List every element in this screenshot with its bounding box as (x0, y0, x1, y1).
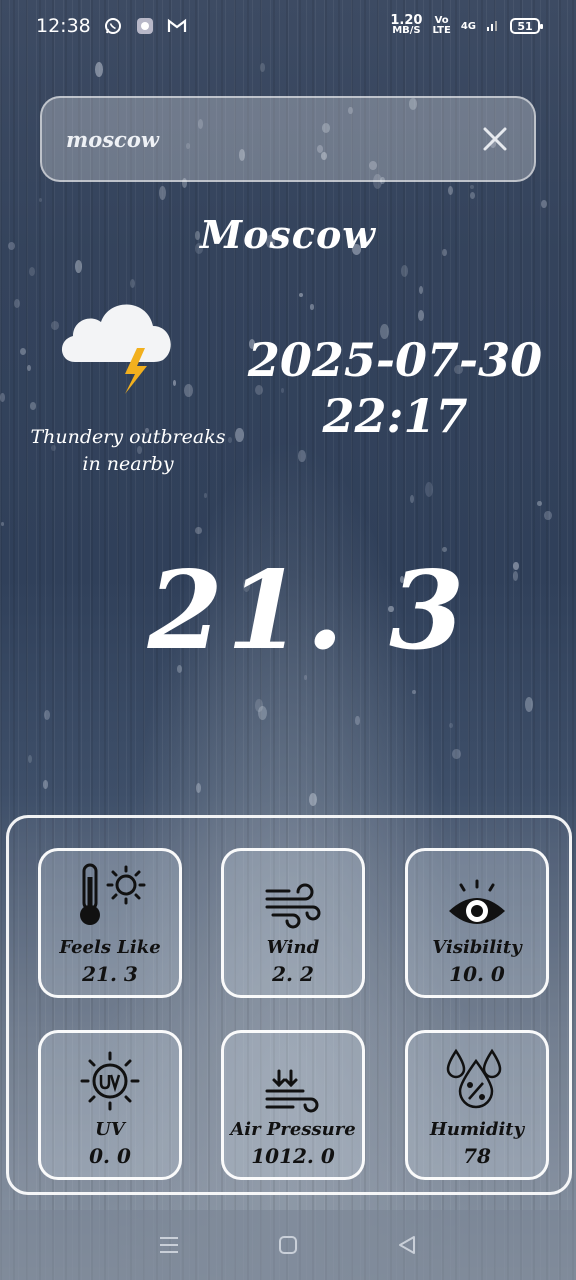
rain-drop (447, 185, 453, 196)
rain-drop (470, 184, 475, 190)
rain-drop (298, 450, 306, 463)
network-indicator: 4G (460, 20, 476, 32)
card-label: Humidity (429, 1119, 525, 1140)
rain-drop (19, 347, 26, 356)
rain-drop (418, 286, 424, 295)
gmail-icon (167, 16, 187, 36)
rain-drop (259, 62, 266, 73)
status-bar: 12:38 1.20 MB/S Vo LTE 4G 51 (0, 0, 576, 52)
rain-drop (0, 521, 5, 527)
thermometer-sun-icon (70, 857, 150, 931)
rain-drop (425, 481, 434, 498)
uv-card: UV 0. 0 (38, 1030, 182, 1180)
card-label: Visibility (432, 937, 522, 958)
wind-icon (263, 857, 323, 931)
card-label: UV (95, 1119, 125, 1140)
rain-drop (452, 748, 461, 760)
eye-icon (445, 857, 509, 931)
air-pressure-card: Air Pressure 1012. 0 (221, 1030, 365, 1180)
rain-drop (524, 696, 534, 713)
card-value: 0. 0 (89, 1144, 131, 1168)
rain-drop (355, 716, 360, 725)
menu-icon[interactable] (155, 1231, 183, 1259)
feels-like-card: Feels Like 21. 3 (38, 848, 182, 998)
rain-drop (308, 792, 317, 807)
rain-drop (74, 260, 83, 274)
rain-drop (28, 754, 33, 763)
temperature-display: 21. 3 (147, 548, 469, 674)
thunder-cloud-icon (55, 292, 177, 402)
details-panel: Feels Like 21. 3 Wind 2. 2 Visibility 10… (6, 815, 572, 1195)
net-speed: 1.20 MB/S (390, 13, 423, 36)
rain-drop (304, 674, 308, 681)
status-time: 12:38 (36, 15, 91, 37)
city-name: Moscow (200, 212, 376, 257)
battery-icon: 51 (510, 18, 543, 34)
rain-drop (448, 723, 453, 728)
condition-description: Thundery outbreaks in nearby (30, 426, 226, 475)
rain-drop (13, 299, 20, 309)
card-value: 21. 3 (82, 962, 138, 986)
rain-drop (469, 192, 476, 200)
card-value: 78 (463, 1144, 491, 1168)
rain-drop (158, 186, 166, 201)
search-input[interactable] (66, 126, 480, 152)
wind-card: Wind 2. 2 (221, 848, 365, 998)
humidity-card: Humidity 78 (405, 1030, 549, 1180)
time-display: 22:17 (322, 389, 468, 443)
rain-drop (130, 279, 136, 289)
card-value: 2. 2 (272, 962, 314, 986)
signal-icon (486, 18, 500, 35)
card-label: Wind (266, 937, 320, 958)
uv-icon (78, 1039, 142, 1113)
rain-drop (540, 199, 547, 208)
rain-drop (183, 384, 193, 398)
rain-drop (29, 266, 36, 276)
rain-drop (412, 689, 417, 694)
card-value: 10. 0 (449, 962, 505, 986)
rain-drop (38, 197, 43, 203)
rain-drop (42, 779, 49, 789)
rain-drop (203, 493, 207, 498)
card-label: Feels Like (59, 937, 161, 958)
card-value: 1012. 0 (251, 1144, 335, 1168)
date-display: 2025-07-30 (247, 333, 543, 387)
rain-drop (409, 495, 414, 503)
search-bar (40, 96, 536, 182)
rain-drop (29, 402, 36, 410)
rain-drop (196, 783, 202, 793)
rain-drop (195, 526, 202, 534)
rain-drop (298, 293, 303, 298)
back-icon[interactable] (393, 1231, 421, 1259)
app-icon (135, 16, 155, 36)
rain-drop (400, 264, 409, 277)
rain-drop (94, 62, 103, 78)
rain-drop (26, 365, 31, 371)
card-label: Air Pressure (230, 1119, 356, 1140)
rain-drop (418, 309, 424, 321)
rain-drop (309, 304, 315, 310)
volte-indicator: Vo LTE (432, 15, 451, 36)
rain-drop (254, 699, 264, 712)
whatsapp-icon (103, 16, 123, 36)
rain-drop (537, 500, 542, 507)
humidity-icon (442, 1039, 512, 1113)
home-icon[interactable] (274, 1231, 302, 1259)
system-nav-bar (0, 1210, 576, 1280)
rain-drop (544, 510, 552, 521)
rain-drop (44, 710, 51, 720)
pressure-icon (263, 1039, 323, 1113)
rain-drop (0, 393, 5, 402)
visibility-card: Visibility 10. 0 (405, 848, 549, 998)
clear-icon[interactable] (480, 124, 510, 154)
